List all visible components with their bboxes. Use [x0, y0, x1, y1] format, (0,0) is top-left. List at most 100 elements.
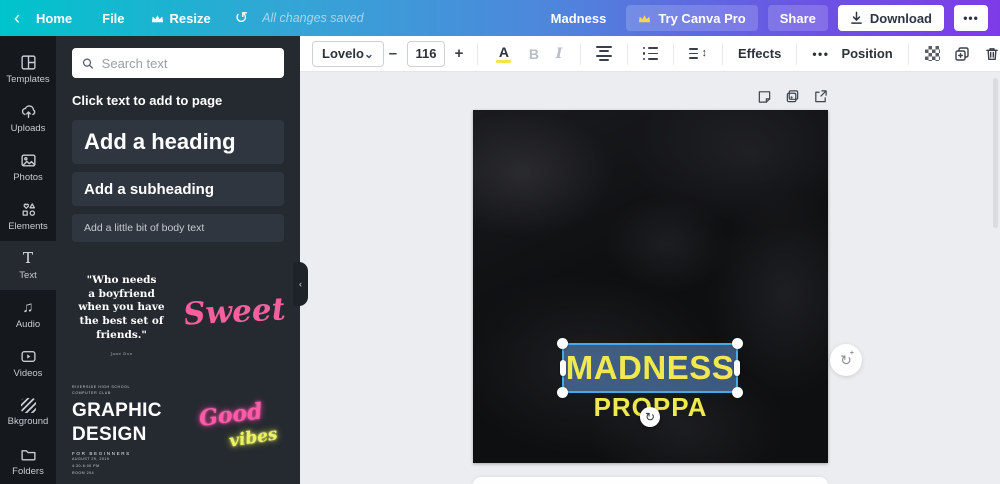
sidebar-item-videos[interactable]: Videos	[0, 339, 56, 388]
sidebar-label: Elements	[8, 221, 48, 232]
home-menu[interactable]: Home	[36, 11, 72, 26]
graphic-detail: 4:30-6:00 PM	[72, 463, 171, 470]
duplicate-button[interactable]	[954, 46, 970, 62]
font-size-decrease-button[interactable]: –	[384, 45, 402, 62]
search-icon	[82, 57, 94, 70]
font-size-value[interactable]: 116	[407, 41, 445, 67]
audio-note-icon: ♫	[20, 299, 37, 316]
bullet-list-button[interactable]	[643, 47, 659, 61]
page-rotate-button[interactable]: ↻ +	[830, 344, 862, 376]
toolbar-more-button[interactable]: •••	[806, 47, 835, 61]
sidebar-item-templates[interactable]: Templates	[0, 45, 56, 94]
video-player-icon	[20, 348, 37, 365]
notes-icon[interactable]	[757, 89, 772, 104]
duplicate-page-icon[interactable]	[785, 89, 800, 104]
text-color-letter: A	[499, 45, 509, 59]
quote-line: "Who needs	[72, 274, 171, 288]
sidebar-item-folders[interactable]: Folders	[0, 437, 56, 484]
download-label: Download	[870, 11, 932, 26]
sweet-text: Sweet	[182, 291, 286, 332]
sidebar-label: Bkground	[8, 416, 49, 427]
sidebar-label: Text	[19, 270, 36, 281]
position-button[interactable]: Position	[835, 46, 898, 61]
vertical-scrollbar[interactable]	[993, 78, 998, 228]
undo-button[interactable]: ↺	[235, 8, 248, 28]
sidebar-item-uploads[interactable]: Uploads	[0, 94, 56, 143]
trash-icon	[984, 46, 1000, 62]
try-canva-pro-button[interactable]: Try Canva Pro	[626, 5, 757, 31]
panel-collapse-tab[interactable]: ‹	[293, 262, 308, 306]
resize-handle-right[interactable]	[734, 360, 740, 376]
document-title[interactable]: Madness	[551, 11, 607, 26]
italic-button[interactable]: I	[550, 46, 568, 62]
next-page-preview[interactable]	[473, 477, 828, 484]
design-canvas-page[interactable]: MADNESS PROPPA ↻	[473, 110, 828, 463]
font-size-increase-button[interactable]: +	[450, 45, 468, 62]
effects-button[interactable]: Effects	[732, 46, 787, 61]
sidebar-item-text[interactable]: T Text	[0, 241, 56, 290]
try-pro-label: Try Canva Pro	[658, 11, 745, 26]
duplicate-icon	[954, 46, 970, 62]
plus-icon: +	[850, 350, 854, 357]
resize-menu[interactable]: Resize	[151, 11, 211, 26]
text-color-swatch	[496, 60, 511, 63]
add-heading-card[interactable]: Add a heading	[72, 120, 284, 164]
quote-text-template[interactable]: "Who needs a boyfriend when you have the…	[72, 262, 171, 362]
good-vibes-word2: vibes	[228, 424, 279, 451]
panel-hint-text: Click text to add to page	[72, 93, 284, 108]
save-status-text: All changes saved	[262, 11, 363, 25]
left-sidebar: Templates Uploads Photos Elements T Text…	[0, 36, 56, 484]
resize-handle-top-right[interactable]	[732, 338, 743, 349]
search-input[interactable]	[102, 56, 274, 71]
sidebar-label: Uploads	[11, 123, 46, 134]
sweet-script-template[interactable]: Sweet	[182, 259, 286, 364]
rotate-handle[interactable]: ↻	[640, 407, 660, 427]
font-family-dropdown[interactable]: Lovelo ⌄	[312, 41, 384, 67]
sidebar-item-background[interactable]: Bkground	[0, 388, 56, 437]
back-chevron-icon[interactable]: ‹	[14, 9, 20, 27]
good-vibes-neon-template[interactable]: Good vibes	[185, 380, 284, 480]
delete-button[interactable]	[984, 46, 1000, 62]
graphic-design-template[interactable]: RIVERSIDE HIGH SCHOOL COMPUTER CLUB GRAP…	[72, 380, 171, 480]
resize-handle-top-left[interactable]	[557, 338, 568, 349]
page-actions	[473, 89, 828, 104]
search-box[interactable]	[72, 48, 284, 78]
topbar-right-group: Madness Try Canva Pro Share Download •••	[551, 5, 988, 31]
add-page-icon[interactable]	[813, 89, 828, 104]
canvas-heading-text[interactable]: MADNESS	[566, 349, 735, 387]
resize-handle-left[interactable]	[560, 360, 566, 376]
add-subheading-card[interactable]: Add a subheading	[72, 172, 284, 206]
transparency-button[interactable]	[925, 46, 940, 61]
sidebar-label: Audio	[16, 319, 40, 330]
rotate-icon: ↻	[645, 410, 655, 424]
toolbar-separator	[627, 43, 628, 65]
download-button[interactable]: Download	[838, 5, 944, 31]
text-align-button[interactable]	[595, 46, 613, 61]
add-body-text-card[interactable]: Add a little bit of body text	[72, 214, 284, 242]
sidebar-item-elements[interactable]: Elements	[0, 192, 56, 241]
text-color-button[interactable]: A	[494, 45, 514, 63]
letter-spacing-button[interactable]: ↕	[689, 48, 707, 59]
top-bar: ‹ Home File Resize ↺ All changes saved M…	[0, 0, 1000, 36]
toolbar-separator	[477, 43, 478, 65]
selected-text-element[interactable]: MADNESS	[562, 343, 738, 393]
chevron-left-icon: ‹	[299, 279, 302, 289]
bold-button[interactable]: B	[524, 46, 544, 62]
photos-icon	[20, 152, 37, 169]
text-icon: T	[20, 250, 37, 267]
share-button[interactable]: Share	[768, 5, 828, 31]
graphic-title: DESIGN	[72, 425, 171, 444]
sidebar-label: Photos	[13, 172, 43, 183]
graphic-eyebrow: COMPUTER CLUB	[72, 390, 171, 396]
topbar-more-button[interactable]: •••	[954, 5, 988, 31]
toolbar-separator	[722, 43, 723, 65]
sidebar-item-photos[interactable]: Photos	[0, 143, 56, 192]
format-toolbar: Lovelo ⌄ – 116 + A B I ↕ Effects ••• Pos…	[300, 36, 1000, 72]
sidebar-item-audio[interactable]: ♫ Audio	[0, 290, 56, 339]
graphic-detail: ROOM 204	[72, 470, 171, 477]
upload-cloud-icon	[20, 103, 37, 120]
file-menu[interactable]: File	[102, 11, 124, 26]
quote-line: when you have	[72, 301, 171, 315]
updown-arrow-icon: ↕	[701, 48, 707, 59]
graphic-detail: AUGUST 29, 2019	[72, 456, 171, 463]
